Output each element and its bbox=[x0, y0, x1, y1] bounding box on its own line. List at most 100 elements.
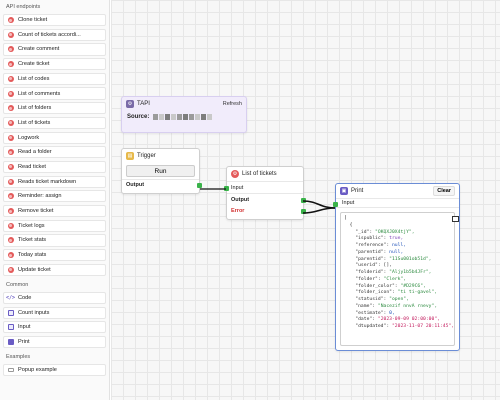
sidebar-item-label: List of tickets bbox=[18, 119, 51, 126]
json-line: "folder": "Clerk", bbox=[344, 276, 407, 282]
api-icon bbox=[7, 178, 14, 185]
json-line: "name": "Nacezif nnvA rnevy", bbox=[344, 303, 438, 309]
print-icon: ▣ bbox=[340, 187, 348, 195]
sidebar-item[interactable]: Count of tickets accordi... bbox=[3, 28, 106, 41]
print-input-port[interactable] bbox=[333, 201, 338, 207]
sidebar-item[interactable]: List of codes bbox=[3, 72, 106, 85]
clear-button[interactable]: Clear bbox=[433, 186, 455, 196]
sidebar-item[interactable]: Reminder: assign bbox=[3, 190, 106, 203]
api-icon bbox=[7, 222, 14, 229]
json-line: [ bbox=[344, 216, 347, 221]
sidebar-item[interactable]: Count inputs bbox=[3, 306, 106, 319]
sidebar-item[interactable]: Clone ticket bbox=[3, 14, 106, 27]
json-line: "date": "2023-09-09 02:00:00", bbox=[344, 317, 440, 323]
api-icon bbox=[7, 208, 14, 215]
list-output-port[interactable] bbox=[301, 197, 306, 203]
sidebar-item[interactable]: Update ticket bbox=[3, 263, 106, 276]
sidebar-item[interactable]: List of folders bbox=[3, 102, 106, 115]
api-icon bbox=[7, 237, 14, 244]
sidebar-item[interactable]: Ticket logs bbox=[3, 219, 106, 232]
section-title-common: Common bbox=[6, 281, 29, 288]
sidebar-item[interactable]: List of tickets bbox=[3, 116, 106, 129]
api-icon bbox=[7, 75, 14, 82]
api-icon bbox=[7, 252, 14, 259]
sidebar: API endpoints Clone ticket Count of ticke… bbox=[0, 0, 110, 400]
print-output-json: [ { "_id": "OKQXJ0X4tjY", "ispublic": tr… bbox=[341, 213, 454, 331]
api-icon: ⚙ bbox=[231, 170, 239, 178]
source-row: Source: bbox=[122, 111, 246, 123]
list-output-label: Output bbox=[231, 196, 250, 203]
json-line: "userid": [], bbox=[344, 263, 392, 269]
sidebar-item[interactable]: Remove ticket bbox=[3, 204, 106, 218]
sidebar-item[interactable]: Reads ticket markdown bbox=[3, 175, 106, 188]
sidebar-item-label: List of codes bbox=[18, 75, 50, 82]
sidebar-item-label: Clone ticket bbox=[18, 17, 48, 24]
api-icon bbox=[7, 119, 14, 126]
print-node[interactable]: ▣ Print Clear Input [ { "_id": "OKQXJ0X4… bbox=[333, 183, 460, 351]
api-icon bbox=[7, 193, 14, 200]
list-input-row: Input bbox=[224, 181, 303, 193]
sidebar-item-label: Update ticket bbox=[18, 266, 51, 273]
sidebar-item-label: List of folders bbox=[18, 105, 52, 112]
popup-icon bbox=[7, 367, 14, 374]
api-icon: ⚙ bbox=[126, 100, 134, 108]
sidebar-item[interactable]: Today stats bbox=[3, 249, 106, 262]
sidebar-item-label: Input bbox=[18, 324, 31, 331]
sidebar-item[interactable]: Read ticket bbox=[3, 160, 106, 174]
list-output-row: Output bbox=[227, 193, 306, 205]
section-title-examples: Examples bbox=[6, 354, 31, 361]
api-icon bbox=[7, 46, 14, 53]
print-input-label: Input bbox=[342, 200, 355, 206]
examples-list: Popup example bbox=[3, 364, 106, 377]
api-icon bbox=[7, 17, 14, 24]
list-header: ⚙ List of tickets bbox=[227, 167, 303, 181]
sidebar-item[interactable]: Print bbox=[3, 335, 106, 349]
json-line: "dtupdated": "2023-11-07 20:11:45", bbox=[344, 324, 455, 329]
list-input-port[interactable] bbox=[224, 185, 229, 191]
trigger-icon: ▤ bbox=[126, 152, 134, 160]
trigger-node[interactable]: ▤ Trigger Run Output bbox=[121, 148, 202, 194]
sidebar-item[interactable]: Create comment bbox=[3, 43, 106, 56]
list-of-tickets-node[interactable]: ⚙ List of tickets Input Output Error bbox=[224, 166, 306, 220]
sidebar-item-label: Count of tickets accordi... bbox=[18, 31, 81, 38]
refresh-button[interactable]: Refresh bbox=[223, 101, 242, 107]
sidebar-item[interactable]: Logwork bbox=[3, 131, 106, 144]
sidebar-item-label: Remove ticket bbox=[18, 208, 54, 215]
run-button[interactable]: Run bbox=[126, 165, 195, 177]
sidebar-item-label: Reads ticket markdown bbox=[18, 178, 77, 185]
sidebar-item-label: Code bbox=[18, 294, 32, 301]
sidebar-item[interactable]: Input bbox=[3, 321, 106, 334]
sidebar-item[interactable]: Create ticket bbox=[3, 58, 106, 71]
sidebar-item[interactable]: Popup example bbox=[3, 364, 106, 377]
json-line: "folderid": "Aljy1b5b4JFr", bbox=[344, 270, 432, 275]
sidebar-item-label: Ticket stats bbox=[18, 237, 47, 244]
sidebar-item-label: Logwork bbox=[18, 134, 40, 141]
api-icon bbox=[7, 266, 14, 273]
sidebar-item-label: Today stats bbox=[18, 252, 47, 259]
source-label: Source: bbox=[127, 114, 150, 120]
json-line: "ispublic": true, bbox=[344, 236, 404, 242]
sidebar-item-label: Create comment bbox=[18, 46, 60, 53]
sidebar-item-label: Read a folder bbox=[18, 149, 52, 156]
trigger-output-label: Output bbox=[126, 182, 145, 188]
list-error-port[interactable] bbox=[301, 208, 306, 214]
sidebar-item[interactable]: </> Code bbox=[3, 291, 106, 305]
sidebar-item[interactable]: List of comments bbox=[3, 87, 106, 100]
list-error-label: Error bbox=[231, 208, 245, 214]
print-output-box[interactable]: [ { "_id": "OKQXJ0X4tjY", "ispublic": tr… bbox=[340, 212, 455, 346]
json-line: "statusid": "open", bbox=[344, 297, 409, 302]
sidebar-item[interactable]: Read a folder bbox=[3, 146, 106, 159]
tapi-node[interactable]: ⚙ TAPI Refresh Source: bbox=[121, 96, 247, 133]
expand-toggle-icon[interactable] bbox=[452, 216, 459, 222]
trigger-title: Trigger bbox=[137, 153, 156, 159]
common-list: </> Code Count inputs Input Print bbox=[3, 291, 106, 349]
code-icon: </> bbox=[5, 294, 16, 301]
masked-source-value bbox=[153, 114, 213, 120]
print-input-row: Input bbox=[333, 198, 459, 208]
trigger-output-port[interactable] bbox=[197, 183, 202, 188]
trigger-header: ▤ Trigger bbox=[122, 149, 199, 163]
api-icon bbox=[7, 105, 14, 112]
sidebar-item-label: List of comments bbox=[18, 90, 61, 97]
json-line: "folder_icon": "ti ti-gavel", bbox=[344, 290, 438, 296]
sidebar-item[interactable]: Ticket stats bbox=[3, 234, 106, 247]
